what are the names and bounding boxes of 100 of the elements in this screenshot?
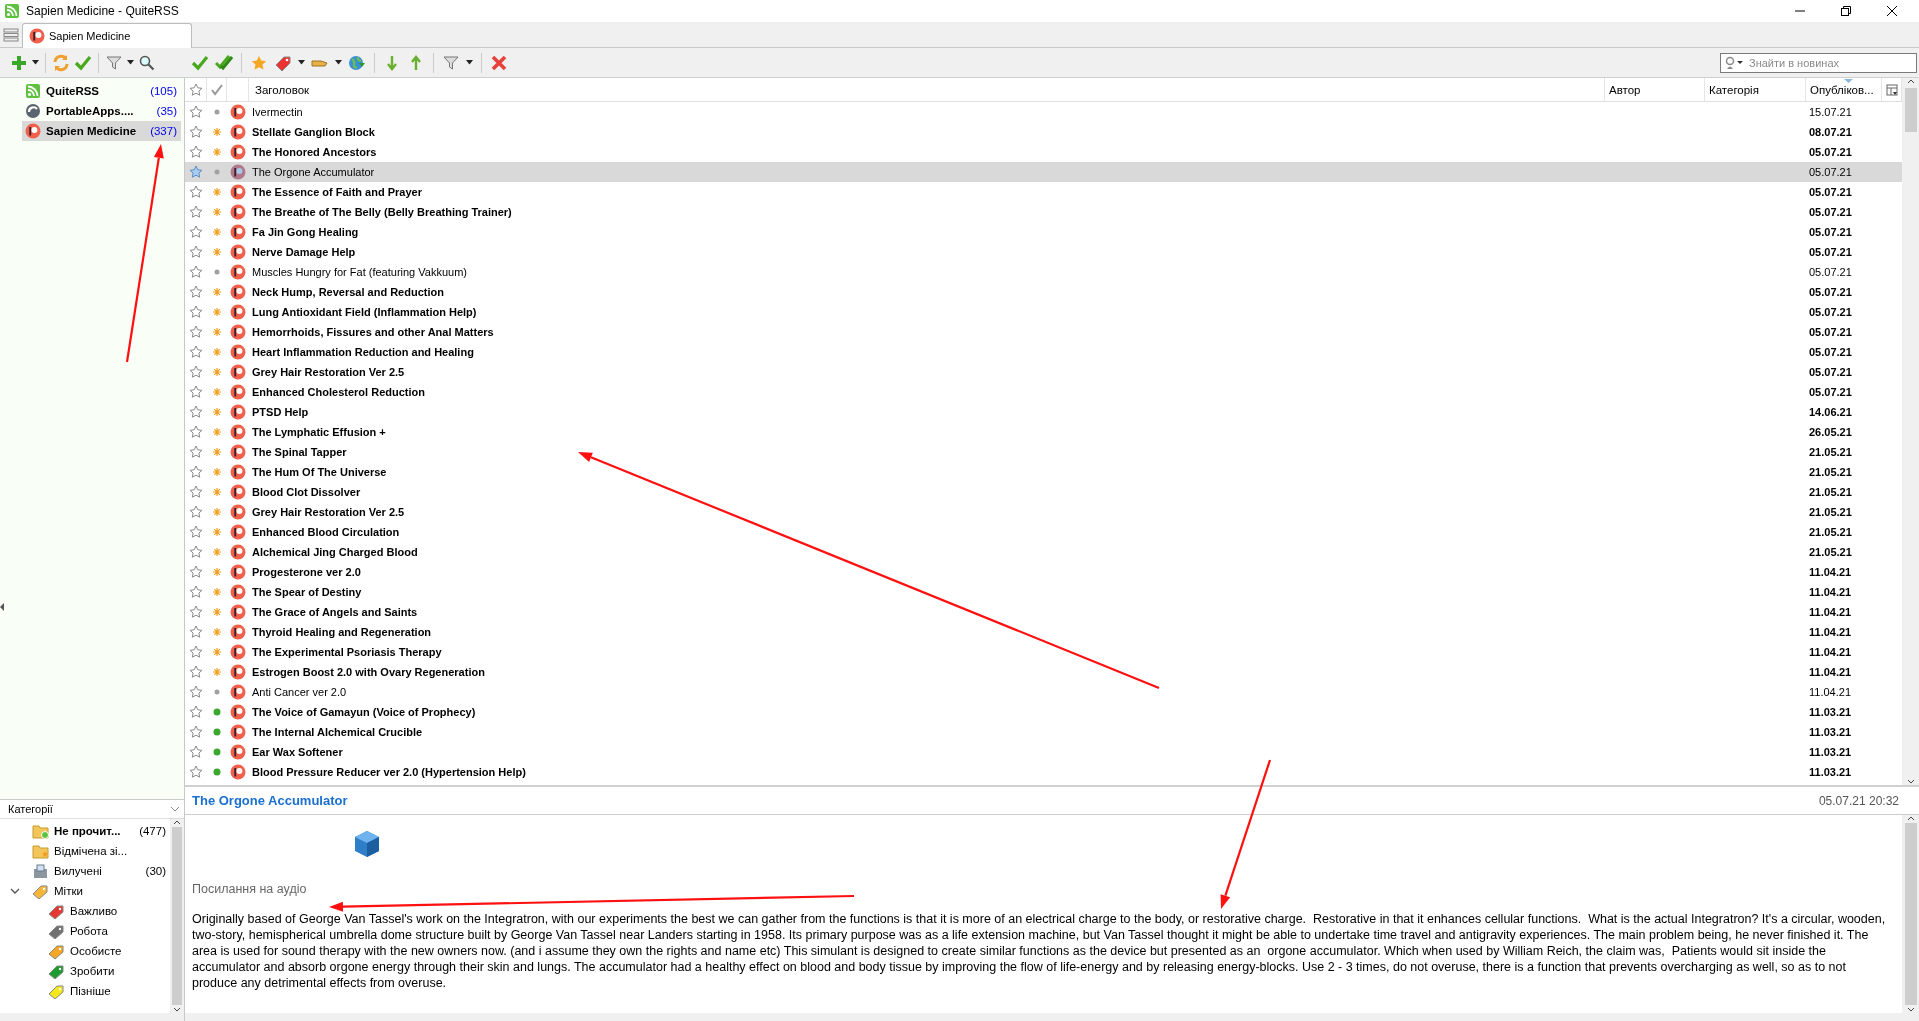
star-icon[interactable] bbox=[189, 725, 203, 739]
sparkle-icon[interactable] bbox=[212, 367, 222, 377]
sparkle-icon[interactable] bbox=[212, 647, 222, 657]
sparkle-icon[interactable] bbox=[212, 147, 222, 157]
category-name[interactable]: Мітки bbox=[54, 885, 83, 897]
news-row[interactable]: Fa Jin Gong Healing 05.07.21 bbox=[185, 222, 1902, 242]
news-row[interactable]: Enhanced Blood Circulation 21.05.21 bbox=[185, 522, 1902, 542]
sparkle-icon[interactable] bbox=[212, 307, 222, 317]
news-row[interactable]: Ear Wax Softener 11.03.21 bbox=[185, 742, 1902, 762]
news-row[interactable]: The Internal Alchemical Crucible 11.03.21 bbox=[185, 722, 1902, 742]
chevron-icon[interactable] bbox=[170, 806, 180, 812]
star-icon[interactable] bbox=[189, 585, 203, 599]
sparkle-icon[interactable] bbox=[212, 527, 222, 537]
scroll-up-icon[interactable] bbox=[1906, 815, 1915, 821]
star-icon[interactable] bbox=[189, 345, 203, 359]
news-row[interactable]: Nerve Damage Help 05.07.21 bbox=[185, 242, 1902, 262]
scrollbar-thumb[interactable] bbox=[1904, 88, 1917, 132]
checkmark-icon[interactable] bbox=[191, 53, 209, 72]
news-row[interactable]: Grey Hair Restoration Ver 2.5 21.05.21 bbox=[185, 502, 1902, 522]
star-icon[interactable] bbox=[189, 605, 203, 619]
sparkle-icon[interactable] bbox=[212, 387, 222, 397]
news-row[interactable]: The Spinal Tapper 21.05.21 bbox=[185, 442, 1902, 462]
sparkle-icon[interactable] bbox=[212, 407, 222, 417]
star-icon[interactable] bbox=[189, 465, 203, 479]
collapse-handle-icon[interactable] bbox=[0, 603, 5, 611]
star-icon[interactable] bbox=[189, 265, 203, 279]
scrollbar-thumb[interactable] bbox=[172, 827, 182, 1005]
scroll-down-icon[interactable] bbox=[1906, 779, 1915, 785]
category-name[interactable]: Відмічена зі... bbox=[54, 845, 128, 857]
caret-icon[interactable] bbox=[298, 60, 305, 65]
read-dot-icon[interactable] bbox=[214, 109, 220, 115]
scroll-down-icon[interactable] bbox=[1906, 1007, 1915, 1013]
read-column-icon[interactable] bbox=[209, 82, 224, 97]
news-row[interactable]: The Spear of Destiny 11.04.21 bbox=[185, 582, 1902, 602]
feed-item[interactable]: PortableApps.... (35) bbox=[22, 101, 181, 121]
scrollbar[interactable] bbox=[1902, 815, 1919, 1013]
news-row[interactable]: Lung Antioxidant Field (Inflammation Help) 05.07.21 bbox=[185, 302, 1902, 322]
globe-icon[interactable] bbox=[348, 53, 366, 72]
column-header[interactable]: Категорія bbox=[1705, 78, 1806, 101]
caret-icon[interactable] bbox=[335, 60, 342, 65]
double-checkmark-icon[interactable] bbox=[215, 53, 233, 72]
news-row[interactable]: The Breathe of The Belly (Belly Breathing Trainer) 05.07.21 bbox=[185, 202, 1902, 222]
star-icon[interactable] bbox=[189, 165, 203, 179]
feed-item[interactable]: Sapien Medicine (337) bbox=[22, 121, 181, 141]
sparkle-icon[interactable] bbox=[212, 287, 222, 297]
label-name[interactable]: Зробити bbox=[70, 965, 115, 977]
news-row[interactable]: Thyroid Healing and Regeneration 11.04.21 bbox=[185, 622, 1902, 642]
sparkle-icon[interactable] bbox=[212, 487, 222, 497]
category-name[interactable]: Не прочит... bbox=[54, 825, 121, 837]
scroll-up-icon[interactable] bbox=[1906, 78, 1915, 84]
read-dot-icon[interactable] bbox=[214, 269, 220, 275]
star-icon[interactable] bbox=[189, 745, 203, 759]
star-icon[interactable] bbox=[189, 765, 203, 779]
news-row[interactable]: Grey Hair Restoration Ver 2.5 05.07.21 bbox=[185, 362, 1902, 382]
news-row[interactable]: Anti Cancer ver 2.0 11.04.21 bbox=[185, 682, 1902, 702]
sparkle-icon[interactable] bbox=[212, 567, 222, 577]
search-icon[interactable] bbox=[138, 53, 156, 72]
star-icon[interactable] bbox=[189, 485, 203, 499]
scroll-down-icon[interactable] bbox=[173, 1007, 181, 1013]
label-name[interactable]: Робота bbox=[70, 925, 108, 937]
news-row[interactable]: The Grace of Angels and Saints 11.04.21 bbox=[185, 602, 1902, 622]
news-row[interactable]: Estrogen Boost 2.0 with Ovary Regeneration 11.04.21 bbox=[185, 662, 1902, 682]
sparkle-icon[interactable] bbox=[212, 227, 222, 237]
star-icon[interactable] bbox=[189, 625, 203, 639]
star-icon[interactable] bbox=[189, 225, 203, 239]
star-icon[interactable] bbox=[189, 525, 203, 539]
news-row[interactable]: Progesterone ver 2.0 11.04.21 bbox=[185, 562, 1902, 582]
sparkle-icon[interactable] bbox=[212, 327, 222, 337]
news-row[interactable]: Muscles Hungry for Fat (featuring Vakkuum) 05.07.21 bbox=[185, 262, 1902, 282]
scroll-up-icon[interactable] bbox=[173, 819, 181, 825]
star-icon[interactable] bbox=[189, 245, 203, 259]
read-dot-icon[interactable] bbox=[214, 689, 220, 695]
unread-dot-icon[interactable] bbox=[213, 708, 221, 716]
unread-dot-icon[interactable] bbox=[213, 748, 221, 756]
label-name[interactable]: Пізніше bbox=[70, 985, 111, 997]
column-chooser-icon[interactable] bbox=[1885, 83, 1898, 96]
star-icon[interactable] bbox=[189, 445, 203, 459]
star-icon[interactable] bbox=[189, 405, 203, 419]
scrollbar[interactable] bbox=[1902, 78, 1919, 785]
news-row[interactable]: Enhanced Cholesterol Reduction 05.07.21 bbox=[185, 382, 1902, 402]
news-row[interactable]: The Lymphatic Effusion + 26.05.21 bbox=[185, 422, 1902, 442]
star-icon[interactable] bbox=[189, 425, 203, 439]
news-row[interactable]: The Hum Of The Universe 21.05.21 bbox=[185, 462, 1902, 482]
sparkle-icon[interactable] bbox=[212, 587, 222, 597]
checkmark-icon[interactable] bbox=[74, 53, 92, 72]
tag-icon[interactable] bbox=[274, 53, 292, 72]
news-row[interactable]: PTSD Help 14.06.21 bbox=[185, 402, 1902, 422]
category-dropdown[interactable]: Категорії bbox=[0, 800, 184, 819]
star-icon[interactable] bbox=[189, 705, 203, 719]
star-icon[interactable] bbox=[189, 145, 203, 159]
star-icon[interactable] bbox=[189, 505, 203, 519]
column-header[interactable]: Заголовок bbox=[249, 78, 1605, 101]
news-row[interactable]: The Experimental Psoriasis Therapy 11.04.21 bbox=[185, 642, 1902, 662]
star-icon[interactable] bbox=[189, 645, 203, 659]
sparkle-icon[interactable] bbox=[212, 547, 222, 557]
tab[interactable]: Sapien Medicine bbox=[22, 23, 192, 48]
sparkle-icon[interactable] bbox=[212, 507, 222, 517]
feed-item[interactable]: QuiteRSS (105) bbox=[22, 81, 181, 101]
label-name[interactable]: Важливо bbox=[70, 905, 118, 917]
news-row[interactable]: Hemorrhoids, Fissures and other Anal Matters 05.07.21 bbox=[185, 322, 1902, 342]
